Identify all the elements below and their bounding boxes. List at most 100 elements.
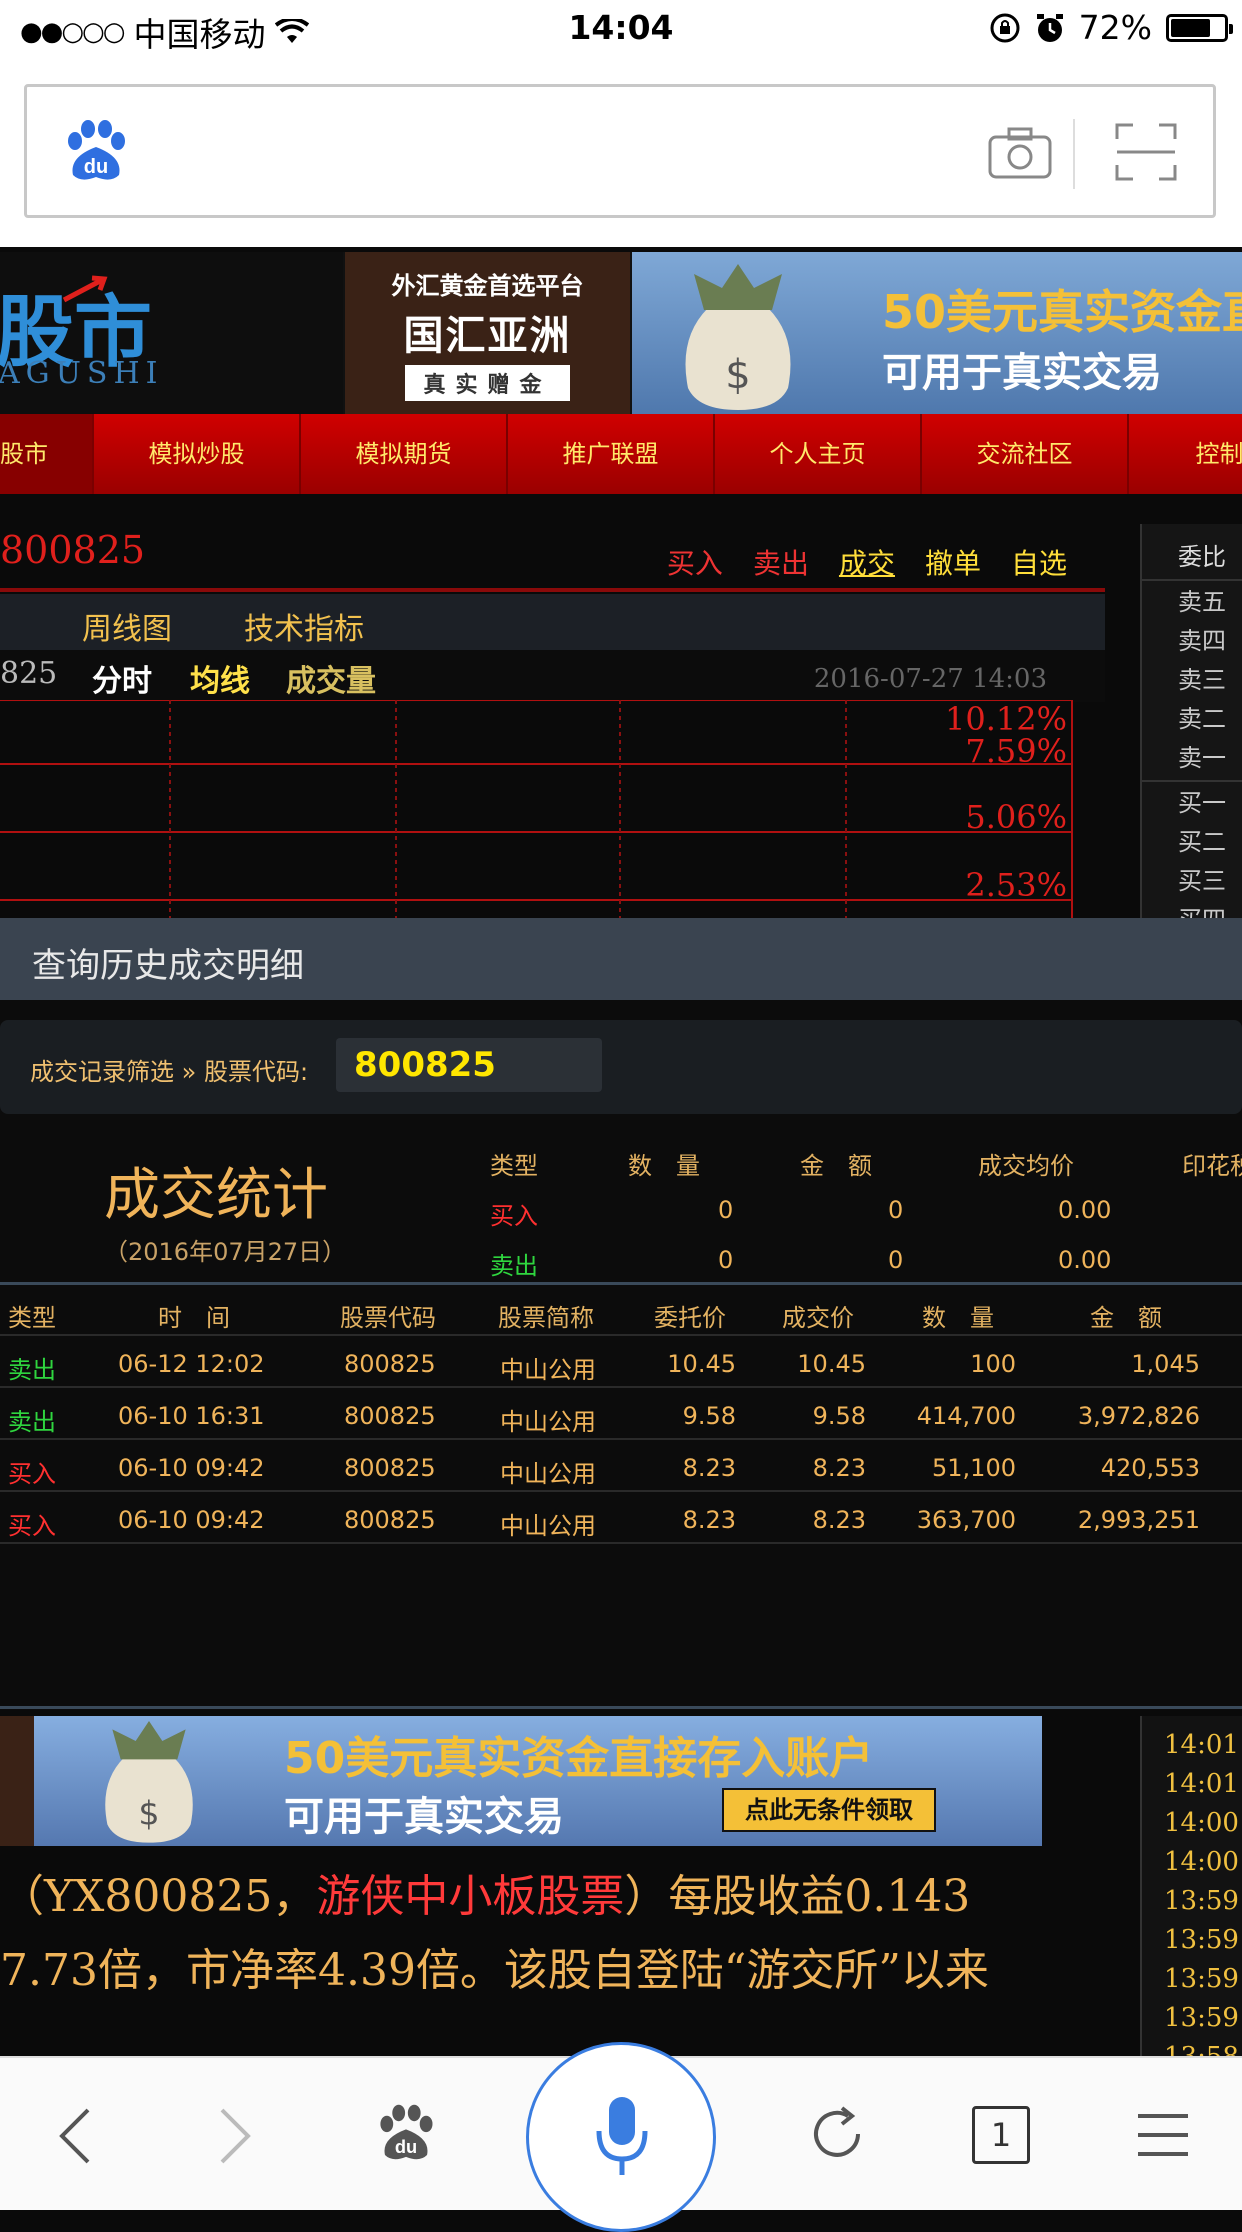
browser-toolbar: du 1 [0,2042,1242,2232]
row-time: 06-10 16:31 [118,1402,265,1430]
stat-avg: 0.00 [1058,1196,1112,1224]
cancel-order-link[interactable]: 撤单 [925,542,981,582]
article-text-part: ）每股收益0.143 [624,1871,971,1922]
baidu-home-icon[interactable]: du [374,2102,438,2166]
stat-amount: 0 [888,1196,904,1224]
row-qty: 51,100 [932,1454,1016,1482]
refresh-icon[interactable] [808,2104,868,2164]
row-qty: 100 [970,1350,1016,1378]
claim-button[interactable]: 点此无条件领取 [722,1788,936,1832]
tick-time: 14:00 [1164,1847,1239,1877]
back-icon[interactable] [56,2106,96,2166]
sell-level-4: 卖四 [1178,627,1226,655]
article-text: （YX800825，游侠中小板股票）每股收益0.143 7.73倍，市净率4.3… [0,1860,1110,2008]
buy-link[interactable]: 买入 [667,542,723,582]
baidu-paw-icon[interactable]: du [61,117,131,187]
camera-icon[interactable] [987,125,1053,181]
battery-icon [1166,13,1233,42]
nav-item-affiliate[interactable]: 推广联盟 [508,414,715,494]
divider [1073,119,1075,189]
voice-search-button[interactable] [526,2042,716,2232]
sell-level-1: 卖一 [1178,744,1226,772]
logo-arrow-icon [62,275,108,303]
site-logo[interactable]: 股市 AGUSHI [0,252,343,414]
ad1-line1: 外汇黄金首选平台 [391,272,584,300]
status-bar: ●●○○○ 中国移动 14:04 72% [0,0,1242,62]
detail-header-time: 时 间 [158,1304,230,1332]
row-code: 800825 [344,1454,436,1482]
nav-item-stock[interactable]: 股市 [0,414,94,494]
panel-title: 查询历史成交明细 [32,946,304,986]
row-name: 中山公用 [500,1356,596,1384]
stock-code-input[interactable]: 800825 [336,1038,602,1092]
row-name: 中山公用 [500,1408,596,1436]
ad-real-money[interactable]: $ 50美元真实资金直 可用于真实交易 [632,252,1242,414]
divider [0,1386,1242,1388]
row-name: 中山公用 [500,1512,596,1540]
ad2-line1: 50美元真实资金直 [882,285,1242,339]
detail-header-type: 类型 [8,1304,56,1332]
search-input[interactable]: du [24,84,1216,218]
nav-item-profile[interactable]: 个人主页 [715,414,922,494]
divider [0,1490,1242,1492]
tick-time-list: 14:01 14:01 14:00 14:00 13:59 13:59 13:5… [1140,1716,1242,2056]
favorite-link[interactable]: 自选 [1011,542,1067,582]
stat-type-buy: 买入 [490,1202,538,1230]
detail-header-name: 股票简称 [498,1304,594,1332]
row-deal-price: 8.23 [812,1506,866,1534]
tab-timeshare[interactable]: 分时 [92,656,152,700]
stat-header-qty: 数 量 [628,1152,700,1180]
nav-item-sim-stock[interactable]: 模拟炒股 [94,414,301,494]
stat-title: 成交统计 [104,1163,328,1228]
detail-header-code: 股票代码 [340,1304,436,1332]
ad-real-money-bottom[interactable]: $ 50美元真实资金直接存入账户 可用于真实交易 点此无条件领取 [0,1716,1042,1846]
article-line: 7.73倍，市净率4.39倍。该股自登陆“游交所”以来 [0,1945,989,1996]
divider [0,1334,1242,1336]
row-time: 06-12 12:02 [118,1350,265,1378]
tick-time: 13:59 [1164,1964,1239,1994]
chart-tabs: 周线图 技术指标 [0,594,1105,650]
tab-weekly-chart[interactable]: 周线图 [82,604,172,648]
divider [0,1438,1242,1440]
divider [0,1706,1242,1709]
scan-qr-icon[interactable] [1115,121,1177,183]
pct-label: 5.06% [965,798,1067,836]
logo-subtitle: AGUSHI [0,356,164,391]
row-qty: 414,700 [916,1402,1016,1430]
microphone-icon [596,2097,648,2175]
tabs-button[interactable]: 1 [972,2106,1030,2164]
browser-search-bar: du [0,62,1242,247]
chart-datetime: 2016-07-27 14:03 [813,664,1047,694]
row-type: 卖出 [8,1356,56,1384]
forward-icon[interactable] [214,2106,254,2166]
row-name: 中山公用 [500,1460,596,1488]
sell-level-5: 卖五 [1178,588,1226,616]
tick-time: 14:01 [1164,1769,1239,1799]
stat-type-sell: 卖出 [490,1252,538,1280]
ad1-line3: 真实赠金 [405,365,570,401]
tick-time: 14:01 [1164,1730,1239,1760]
sell-link[interactable]: 卖出 [753,542,809,582]
buy-level-1: 买一 [1178,789,1226,817]
nav-item-sim-futures[interactable]: 模拟期货 [301,414,508,494]
tab-moving-average[interactable]: 均线 [190,656,250,700]
nav-item-control[interactable]: 控制面 [1129,414,1242,494]
tab-technical-indicators[interactable]: 技术指标 [244,604,364,648]
svg-text:du: du [395,2136,417,2157]
nav-item-community[interactable]: 交流社区 [922,414,1129,494]
stat-header-avg: 成交均价 [978,1152,1074,1180]
row-deal-price: 10.45 [797,1350,866,1378]
article-link[interactable]: 游侠中小板股票 [316,1871,624,1922]
sell-level-3: 卖三 [1178,666,1226,694]
svg-text:du: du [84,156,108,178]
tab-volume[interactable]: 成交量 [286,656,376,700]
row-order-price: 10.45 [667,1350,736,1378]
filter-bar: 成交记录筛选 » 股票代码: 800825 [0,1020,1242,1114]
history-panel: 成交记录筛选 » 股票代码: 800825 成交统计 （2016年07月27日）… [0,1000,1242,1710]
ad-guohui[interactable]: 外汇黄金首选平台 国汇亚洲 真实赠金 [345,252,630,414]
stat-qty: 0 [718,1246,734,1274]
row-code: 800825 [344,1506,436,1534]
menu-icon[interactable] [1136,2112,1190,2158]
deal-link[interactable]: 成交 [839,542,895,582]
battery-percent: 72% [1078,8,1152,47]
